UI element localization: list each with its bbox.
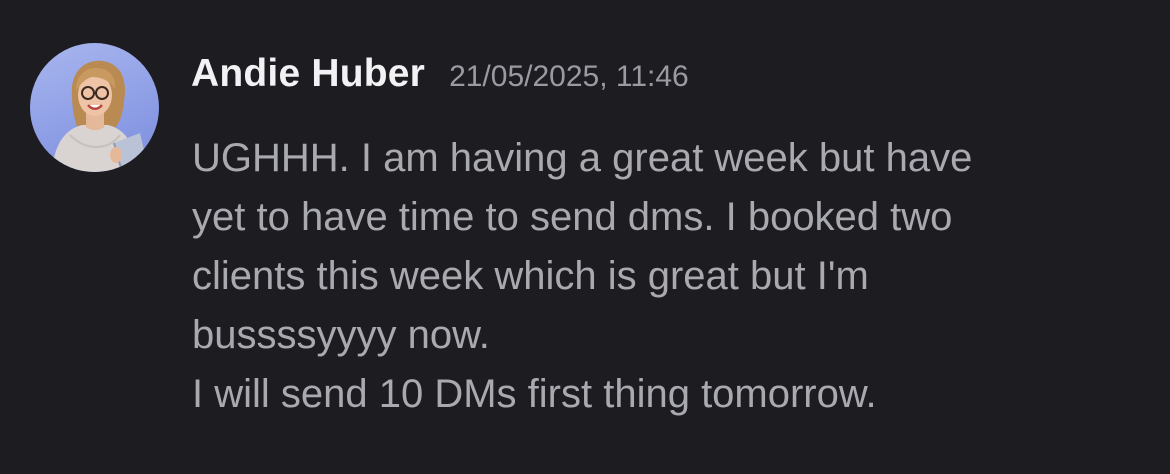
user-avatar-photo	[52, 60, 148, 172]
message-header: Andie Huber 21/05/2025, 11:46	[191, 52, 689, 104]
message-line: clients this week which is great but I'm	[192, 254, 869, 298]
message-line: bussssyyyy now.	[192, 313, 490, 357]
message-line: UGHHH. I am having a great week but have	[192, 136, 973, 180]
message-line: yet to have time to send dms. I booked t…	[192, 195, 953, 239]
chat-message: Andie Huber 21/05/2025, 11:46 UGHHH. I a…	[0, 0, 1170, 474]
author-name[interactable]: Andie Huber	[191, 52, 425, 96]
message-body: UGHHH. I am having a great week but have…	[192, 129, 1152, 424]
message-line: I will send 10 DMs first thing tomorrow.	[192, 372, 877, 416]
avatar[interactable]	[30, 43, 159, 172]
timestamp: 21/05/2025, 11:46	[449, 60, 689, 93]
